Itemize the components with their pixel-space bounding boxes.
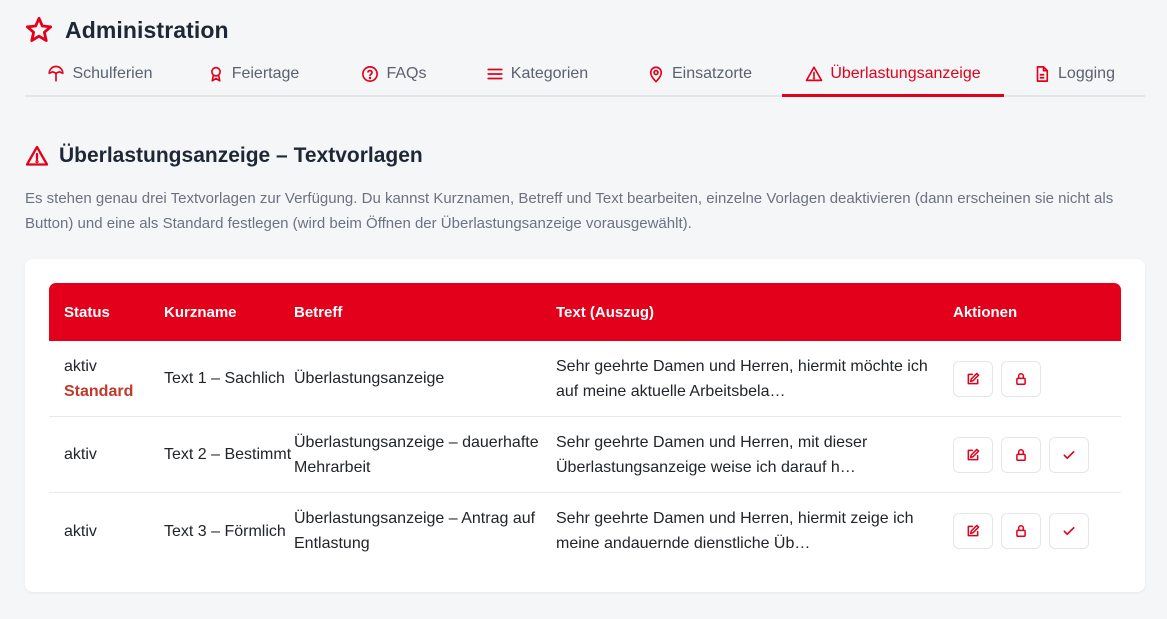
tab-kategorien[interactable]: Kategorien <box>457 52 617 95</box>
betreff-cell: Überlastungsanzeige – dauerhafte Mehrarb… <box>294 433 539 476</box>
tab-bar: Schulferien Feiertage FAQs Kategorien Ei… <box>25 52 1145 97</box>
tab-label: Einsatzorte <box>671 64 753 82</box>
kurzname-cell: Text 2 – Bestimmt <box>164 446 292 463</box>
table-row: aktiv Text 2 – Bestimmt Überlastungsanze… <box>49 417 1121 493</box>
deactivate-button[interactable] <box>1001 360 1041 397</box>
status-text: aktiv <box>64 446 97 463</box>
lock-icon <box>1016 525 1026 538</box>
map-pin-icon <box>649 66 663 83</box>
app-header: Administration <box>25 16 229 44</box>
column-header-kurzname: Kurzname <box>164 303 237 321</box>
actions-cell <box>953 513 1121 549</box>
actions-cell <box>953 360 1121 397</box>
betreff-cell: Überlastungsanzeige – Antrag auf Entlast… <box>294 510 536 552</box>
deactivate-button[interactable] <box>1001 436 1041 473</box>
deactivate-button[interactable] <box>1001 513 1041 549</box>
tab-label: Kategorien <box>510 64 589 82</box>
status-cell: aktiv <box>49 519 164 544</box>
lock-icon <box>1016 448 1026 461</box>
tab-label: Feiertage <box>231 64 300 82</box>
status-text: aktiv <box>64 357 97 375</box>
text-excerpt-cell: Sehr geehrte Damen und Herren, hiermit m… <box>556 357 928 400</box>
set-standard-button[interactable] <box>1049 436 1089 473</box>
standard-badge: Standard <box>64 382 134 400</box>
list-icon <box>487 68 503 79</box>
section-description: Es stehen genau drei Textvorlagen zur Ve… <box>25 190 1114 232</box>
set-standard-button[interactable] <box>1049 513 1089 549</box>
tab-einsatzorte[interactable]: Einsatzorte <box>617 52 782 95</box>
document-icon <box>1036 65 1049 82</box>
betreff-cell: Überlastungsanzeige <box>294 370 445 387</box>
tab-label: Logging <box>1058 64 1115 82</box>
table-header: Status Kurzname Betreff Text (Auszug) Ak… <box>49 283 1121 341</box>
templates-card: Status Kurzname Betreff Text (Auszug) Ak… <box>25 259 1145 592</box>
edit-icon <box>967 524 980 537</box>
tab-label: Überlastungsanzeige <box>830 64 981 82</box>
section-header: Überlastungsanzeige – Textvorlagen <box>25 144 423 168</box>
question-circle-icon <box>362 65 379 82</box>
status-cell: aktiv Standard <box>49 354 164 404</box>
warning-icon <box>25 145 49 166</box>
check-icon <box>1063 450 1075 459</box>
award-icon <box>210 66 221 82</box>
text-excerpt-cell: Sehr geehrte Damen und Herren, hiermit z… <box>556 510 914 552</box>
tab-ueberlastungsanzeige[interactable]: Überlastungsanzeige <box>782 52 1004 97</box>
actions-cell <box>953 436 1121 473</box>
column-header-text: Text (Auszug) <box>556 303 655 321</box>
section-title: Überlastungsanzeige – Textvorlagen <box>59 144 423 167</box>
kurzname-cell: Text 1 – Sachlich <box>164 370 285 387</box>
table-row: aktiv Text 3 – Förmlich Überlastungsanze… <box>49 493 1121 569</box>
edit-button[interactable] <box>953 436 993 473</box>
text-excerpt-cell: Sehr geehrte Damen und Herren, mit diese… <box>556 433 868 476</box>
status-cell: aktiv <box>49 442 164 467</box>
star-icon <box>25 16 53 42</box>
tab-label: Schulferien <box>72 64 153 82</box>
kurzname-cell: Text 3 – Förmlich <box>164 522 286 540</box>
edit-icon <box>967 448 980 460</box>
edit-button[interactable] <box>953 513 993 549</box>
tab-faqs[interactable]: FAQs <box>331 52 457 95</box>
column-header-betreff: Betreff <box>294 303 343 321</box>
table-row: aktiv Standard Text 1 – Sachlich Überlas… <box>49 341 1121 417</box>
tab-feiertage[interactable]: Feiertage <box>175 52 331 95</box>
edit-button[interactable] <box>953 360 993 397</box>
warning-icon <box>806 65 823 81</box>
tab-label: FAQs <box>386 64 427 82</box>
check-icon <box>1063 526 1075 536</box>
umbrella-icon <box>48 65 65 82</box>
column-header-status: Status <box>64 303 110 321</box>
tab-schulferien[interactable]: Schulferien <box>25 52 175 95</box>
page-title: Administration <box>65 16 229 43</box>
templates-table: Status Kurzname Betreff Text (Auszug) Ak… <box>49 283 1121 569</box>
tab-logging[interactable]: Logging <box>1004 52 1144 95</box>
status-text: aktiv <box>64 522 97 540</box>
edit-icon <box>967 372 980 384</box>
lock-icon <box>1016 372 1026 385</box>
column-header-aktionen: Aktionen <box>953 303 1018 321</box>
